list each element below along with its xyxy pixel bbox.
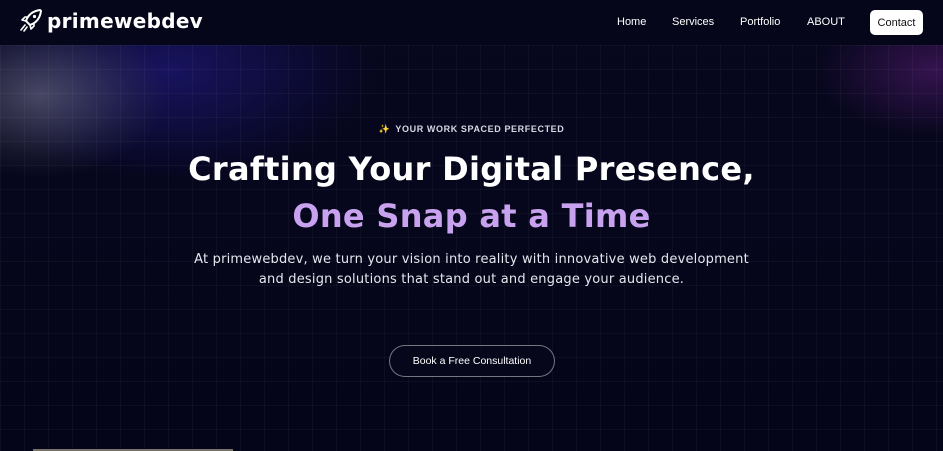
sparkle-icon: ✨ — [378, 124, 391, 134]
hero-tagline: ✨ YOUR WORK SPACED PERFECTED — [0, 124, 943, 135]
grid-overlay — [0, 45, 943, 451]
top-navbar: primewebdev Home Services Portfolio ABOU… — [0, 0, 943, 45]
main-nav: Home Services Portfolio ABOUT — [0, 0, 943, 45]
tagline-text: YOUR WORK SPACED PERFECTED — [395, 124, 565, 134]
nav-link-home[interactable]: Home — [617, 16, 646, 28]
contact-button[interactable]: Contact — [870, 10, 923, 35]
nav-link-about[interactable]: ABOUT — [807, 16, 845, 28]
nav-link-services[interactable]: Services — [672, 16, 714, 28]
hero-description-line1: At primewebdev, we turn your vision into… — [194, 252, 749, 267]
hero-headline-line1: Crafting Your Digital Presence, — [188, 150, 755, 188]
nav-link-portfolio[interactable]: Portfolio — [740, 16, 780, 28]
hero-description-line2: and design solutions that stand out and … — [258, 272, 685, 287]
hero-headline-line2: One Snap at a Time — [292, 197, 651, 235]
book-consultation-button[interactable]: Book a Free Consultation — [389, 345, 555, 377]
